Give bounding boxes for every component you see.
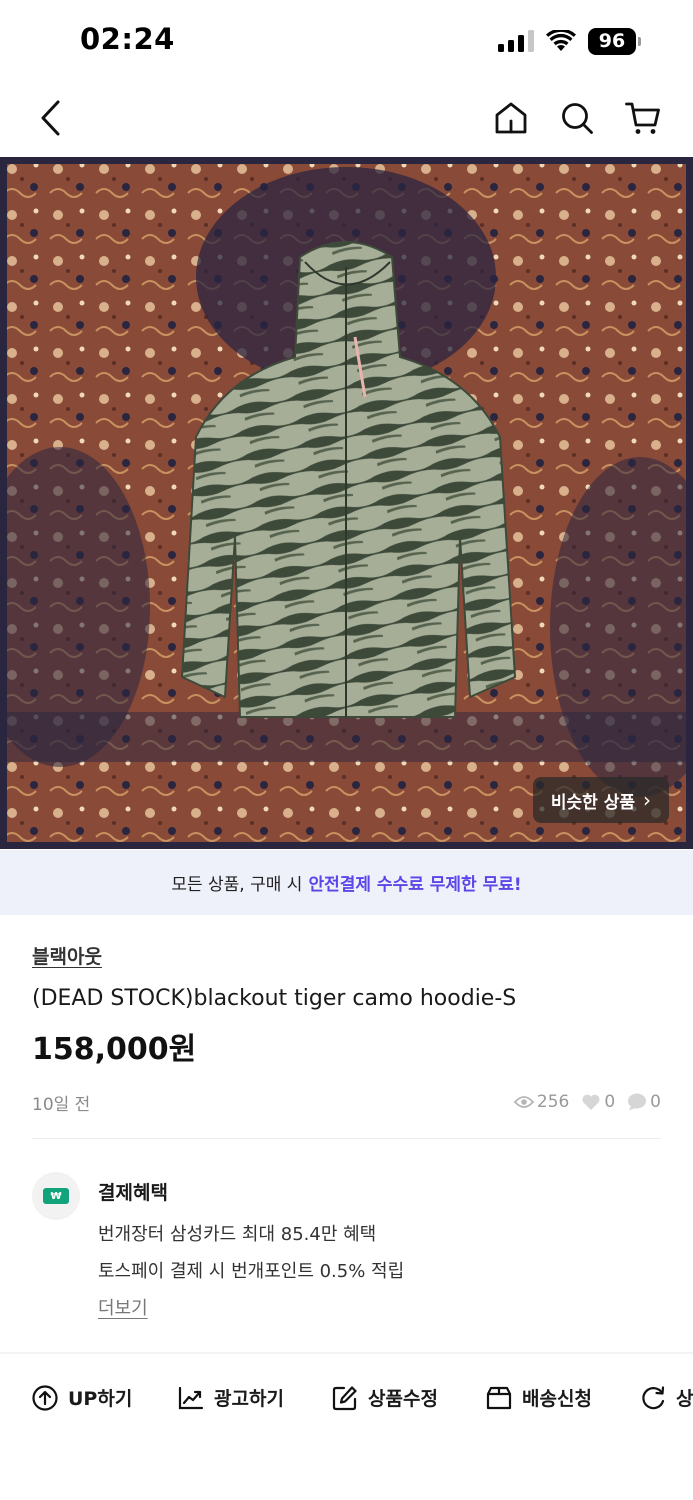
- status-icons: 96: [498, 26, 641, 56]
- edit-label: 상품수정: [368, 1388, 438, 1410]
- ad-button[interactable]: 광고하기: [178, 1384, 284, 1411]
- status-bar: 02:24 96: [0, 0, 693, 80]
- trending-chart-icon: [178, 1386, 204, 1409]
- product-photo: [0, 157, 693, 849]
- chevron-right-icon: ›: [643, 788, 651, 812]
- product-stats: 256 0 0: [513, 1092, 661, 1112]
- box-icon: [486, 1386, 512, 1409]
- home-icon: [495, 102, 527, 134]
- divider: [32, 1138, 661, 1139]
- wifi-icon: [546, 30, 576, 51]
- heart-icon: [582, 1094, 600, 1110]
- search-icon: [562, 103, 593, 134]
- back-icon: [41, 100, 60, 136]
- more-benefits-link[interactable]: 더보기: [98, 1294, 148, 1320]
- search-button[interactable]: [555, 96, 599, 140]
- likes-count: 0: [604, 1092, 616, 1112]
- shipping-request-button[interactable]: 배송신청: [486, 1384, 592, 1411]
- eye-icon: [513, 1096, 534, 1108]
- payment-benefit-icon-wrap: ₩: [32, 1172, 80, 1220]
- similar-products-label: 비슷한 상품: [550, 792, 635, 813]
- chat-bubble-icon: [628, 1093, 647, 1111]
- product-image[interactable]: 비슷한 상품 ›: [0, 157, 693, 849]
- battery-level: 96: [588, 27, 636, 55]
- product-title: (DEAD STOCK)blackout tiger camo hoodie-S: [32, 986, 517, 1011]
- chats-stat: 0: [627, 1092, 661, 1112]
- up-button[interactable]: UP하기: [32, 1384, 132, 1411]
- back-button[interactable]: [30, 96, 70, 140]
- product-meta: 10일 전 256 0 0: [32, 1090, 661, 1115]
- up-label: UP하기: [68, 1388, 133, 1410]
- likes-stat: 0: [581, 1092, 615, 1112]
- views-stat: 256: [513, 1092, 570, 1112]
- edit-product-button[interactable]: 상품수정: [332, 1384, 438, 1411]
- refresh-button[interactable]: 상: [640, 1384, 693, 1411]
- promo-text: 모든 상품, 구매 시: [171, 875, 303, 895]
- refresh-label: 상: [676, 1388, 693, 1410]
- chats-count: 0: [650, 1092, 661, 1112]
- similar-products-button[interactable]: 비슷한 상품 ›: [532, 777, 669, 823]
- store-name-link[interactable]: 블랙아웃: [32, 942, 102, 969]
- status-time: 02:24: [80, 22, 175, 56]
- seller-action-bar: UP하기 광고하기 상품수정 배송신청 상: [0, 1374, 693, 1426]
- promo-banner[interactable]: 모든 상품, 구매 시 안전결제 수수료 무제한 무료!: [0, 850, 693, 915]
- won-ticket-icon: ₩: [43, 1188, 69, 1204]
- benefit-tosspay: 토스페이 결제 시 번개포인트 0.5% 적립: [98, 1261, 405, 1282]
- payment-benefit-title: 결제혜택: [98, 1182, 168, 1204]
- ad-label: 광고하기: [214, 1388, 284, 1410]
- product-price: 158,000원: [32, 1032, 197, 1067]
- refresh-icon: [642, 1385, 665, 1409]
- shipping-label: 배송신청: [522, 1388, 592, 1410]
- views-count: 256: [536, 1092, 570, 1112]
- nav-actions: [489, 96, 665, 140]
- top-nav: [0, 80, 693, 156]
- battery-icon: 96: [588, 27, 641, 55]
- cart-icon: [625, 102, 660, 134]
- cart-button[interactable]: [621, 96, 665, 140]
- signal-icon: [498, 30, 534, 52]
- section-divider: [0, 1352, 693, 1354]
- arrow-up-circle-icon: [32, 1384, 58, 1411]
- edit-icon: [332, 1385, 357, 1410]
- home-button[interactable]: [489, 96, 533, 140]
- posted-time: 10일 전: [32, 1094, 91, 1115]
- promo-highlight: 안전결제 수수료 무제한 무료!: [308, 875, 522, 895]
- benefit-samsung-card: 번개장터 삼성카드 최대 85.4만 혜택: [98, 1224, 377, 1245]
